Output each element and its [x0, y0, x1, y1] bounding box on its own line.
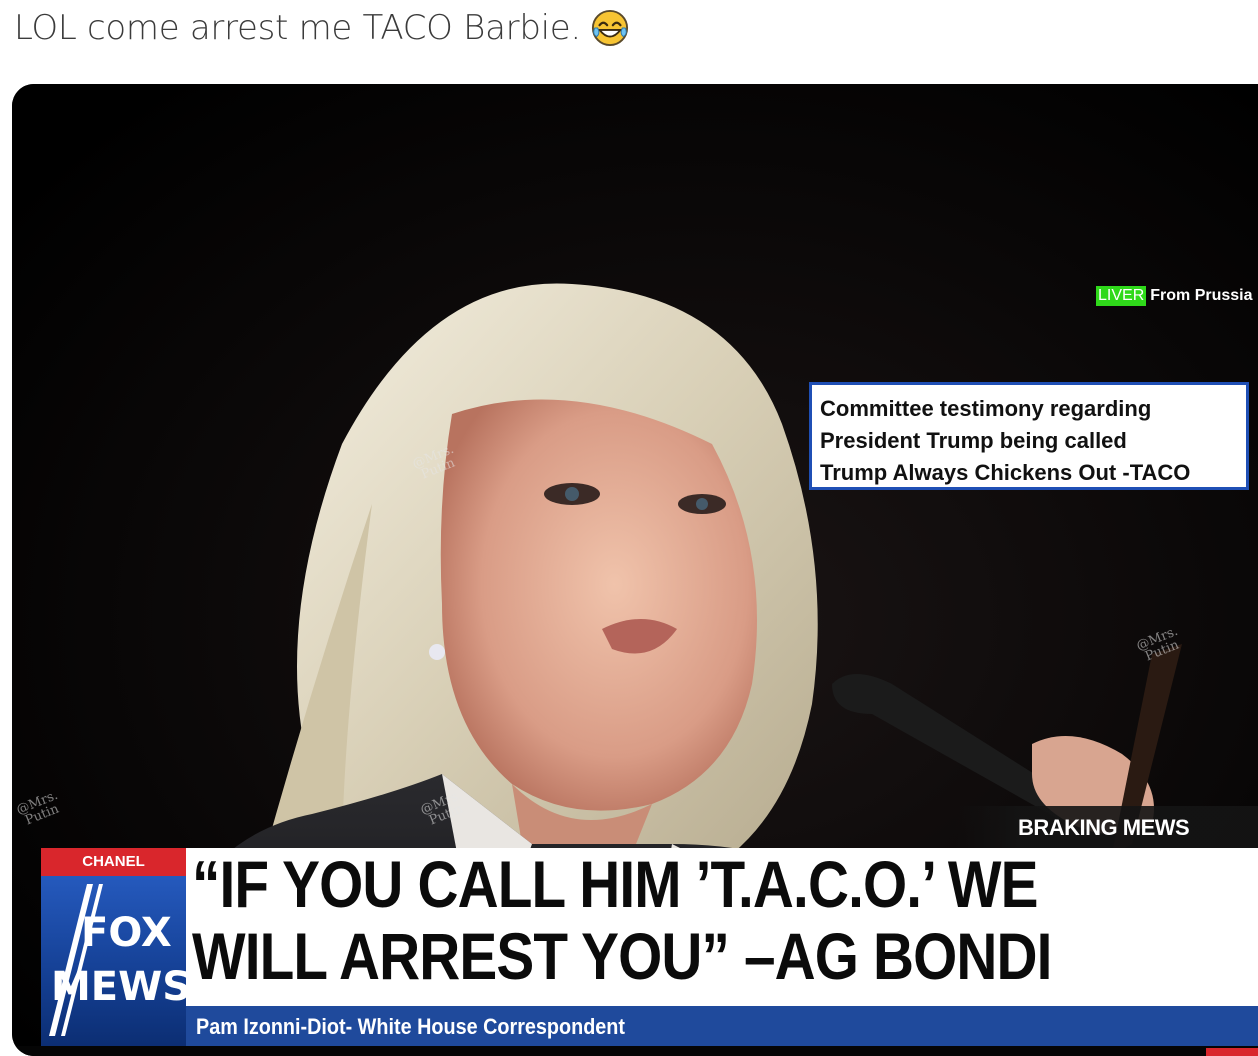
- committee-line: Trump Always Chickens Out -TACO: [820, 460, 1191, 485]
- post-text-content: LOL come arrest me TACO Barbie.: [14, 8, 581, 48]
- bottom-strip: [12, 1046, 1258, 1056]
- logo-line-1: FOX: [81, 910, 172, 956]
- headline-line-1: “IF YOU CALL HIM ’T.A.C.O.’ WE: [192, 847, 1038, 921]
- headline-line-2: WILL ARREST YOU” –AG BONDI: [192, 919, 1052, 993]
- byline-bar: Pam Izonni-Diot- White House Corresponde…: [186, 1006, 1258, 1046]
- headline: “IF YOU CALL HIM ’T.A.C.O.’ WE WILL ARRE…: [192, 848, 1052, 992]
- committee-line: Committee testimony regarding: [820, 396, 1152, 421]
- slash-stripes-icon: [49, 884, 103, 1036]
- headline-area: “IF YOU CALL HIM ’T.A.C.O.’ WE WILL ARRE…: [186, 848, 1258, 1006]
- red-corner-accent: [1206, 1048, 1258, 1056]
- lower-third: CHANEL FOX MEWS “IF YOU CALL HIM ’T.A.C.…: [12, 848, 1258, 1056]
- committee-line: President Trump being called: [820, 428, 1127, 453]
- network-logo: CHANEL FOX MEWS: [41, 848, 191, 1046]
- live-badge: LIVER: [1096, 286, 1147, 306]
- chanel-bar: CHANEL: [41, 848, 186, 876]
- live-location: From Prussia: [1150, 287, 1253, 304]
- logo-line-2: MEWS: [51, 964, 192, 1010]
- committee-info-box: Committee testimony regarding President …: [809, 382, 1249, 490]
- post-image[interactable]: LIVER From Prussia Committee testimony r…: [12, 84, 1258, 1056]
- face-with-tears-of-joy-icon: [591, 9, 628, 47]
- byline: Pam Izonni-Diot- White House Corresponde…: [196, 1014, 626, 1039]
- live-tag: LIVER From Prussia: [1096, 286, 1253, 306]
- post-text: LOL come arrest me TACO Barbie.: [14, 8, 629, 48]
- braking-news-label: BRAKING MEWS: [956, 806, 1258, 850]
